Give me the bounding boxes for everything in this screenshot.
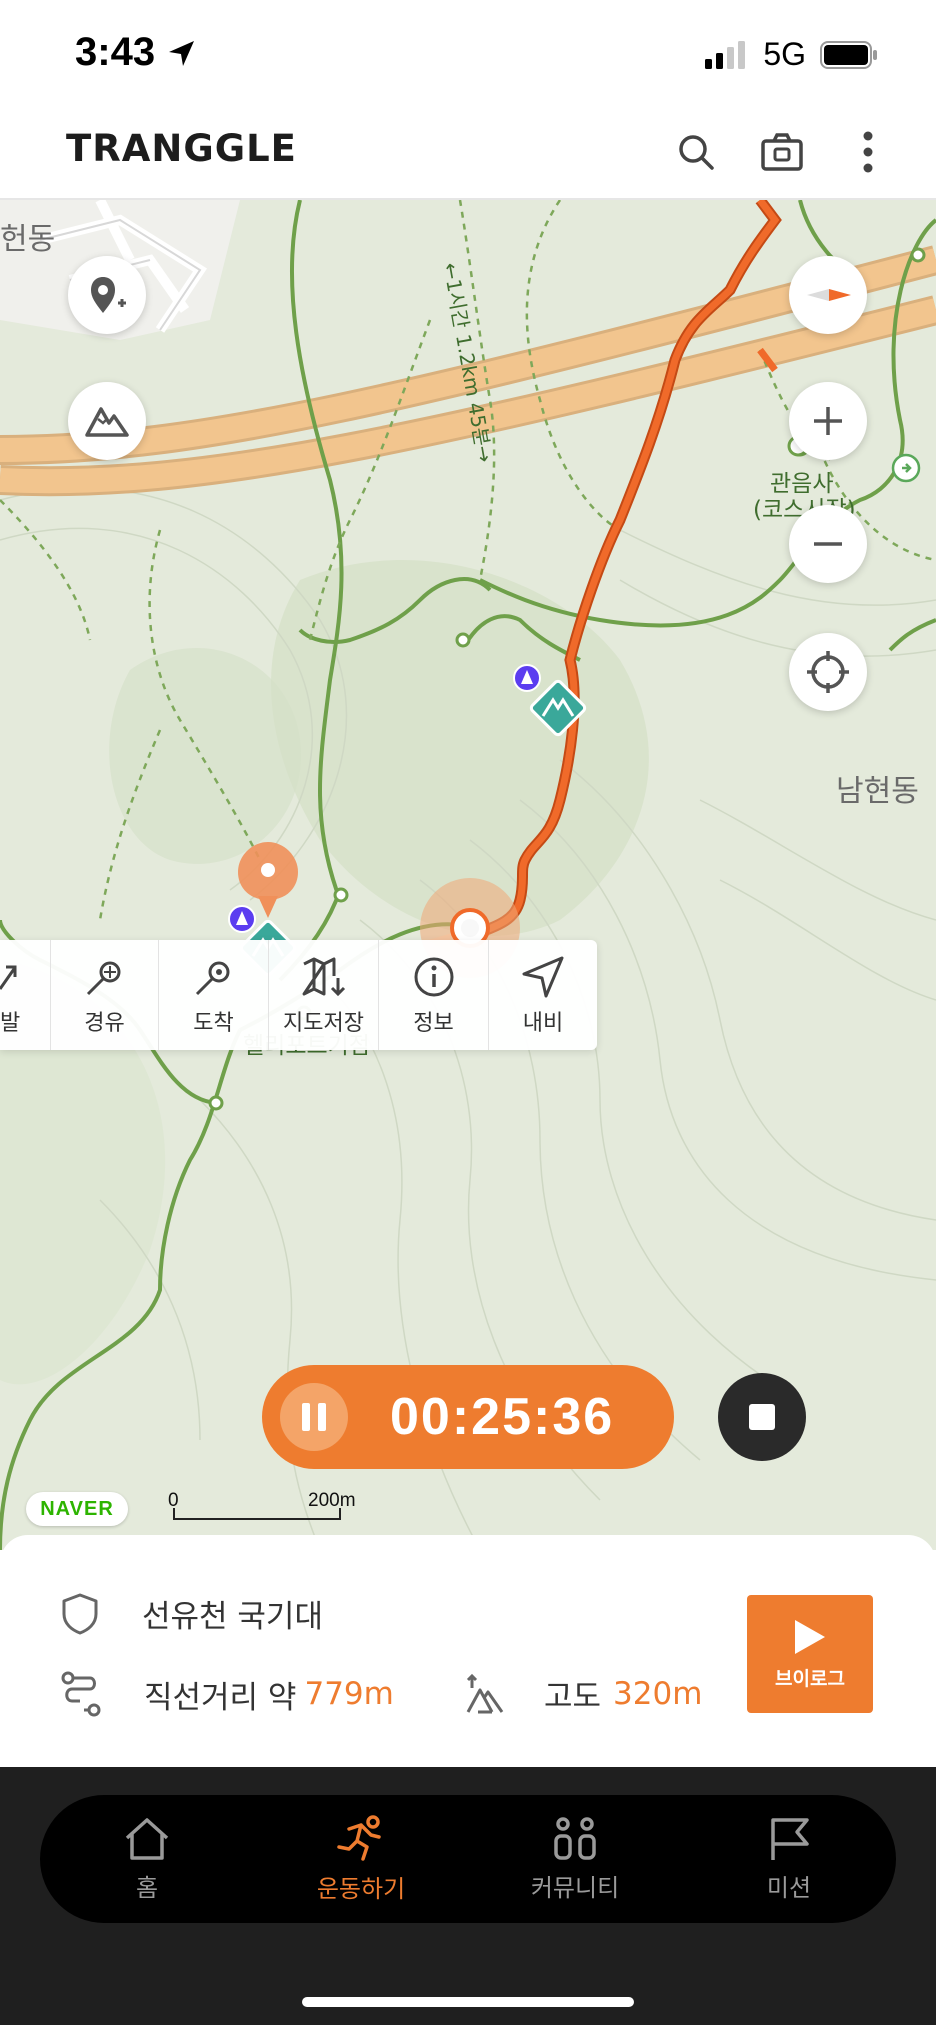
naver-logo: NAVER [26,1492,128,1526]
vlog-button[interactable]: 브이로그 [747,1595,873,1713]
route-menu-start[interactable]: 발 [0,940,51,1050]
stop-button[interactable] [718,1373,806,1461]
running-icon [337,1814,381,1861]
status-indicators: 5G [705,36,878,73]
flag-icon [771,1817,809,1860]
altitude-value: 320m [613,1675,703,1712]
status-time: 3:43 [75,30,156,74]
course-info-panel: 선유천 국기대 직선거리 약 779m 고도 320m 브이로그 [0,1535,936,1767]
zoom-out-button[interactable] [789,505,867,583]
route-menu-arrival[interactable]: 도착 [159,940,269,1050]
route-menu-save-map[interactable]: 지도저장 [269,940,379,1050]
camera-button[interactable] [758,125,806,179]
home-indicator[interactable] [302,1997,634,2007]
nav-community-label: 커뮤니티 [530,1873,620,1902]
more-menu-button[interactable] [844,125,892,179]
mountain-icon [85,407,129,437]
map-label-namhyeon: 남현동 [836,774,919,809]
route-menu-navigation-label: 내비 [522,1011,564,1036]
nav-workout[interactable]: 운동하기 [254,1795,468,1923]
map-label-district-north: 헌동 [0,222,56,257]
bottom-nav: 홈 운동하기 커뮤니티 미션 [40,1795,896,1923]
workout-timer[interactable]: 00:25:36 [262,1365,674,1469]
route-distance-icon [61,1671,101,1717]
start-arrow-icon [0,965,17,990]
route-menu-info-label: 정보 [413,1011,454,1036]
play-icon [795,1619,825,1654]
altitude-row: 고도 320m [462,1671,702,1716]
search-icon [679,135,714,170]
plus-icon [814,407,842,435]
bottom-navigation-area: 홈 운동하기 커뮤니티 미션 [0,1767,936,2025]
community-icon [554,1816,596,1860]
pause-icon [302,1403,310,1431]
nav-workout-label: 운동하기 [316,1874,406,1903]
more-vertical-icon [863,131,873,173]
distance-value: 779m [304,1676,394,1712]
route-menu-info[interactable]: 정보 [379,940,489,1050]
battery-icon [820,40,877,69]
route-menu-navigation[interactable]: 내비 [489,940,597,1050]
info-icon [414,957,453,997]
scale-bar [173,1508,341,1520]
app-header: TRANGGLE [0,105,936,200]
search-button[interactable] [672,125,720,179]
zoom-in-button[interactable] [789,382,867,460]
nav-home-label: 홈 [135,1873,159,1902]
course-name-row: 선유천 국기대 [60,1591,323,1636]
nav-mission-label: 미션 [766,1873,812,1902]
signal-icon [705,40,746,69]
map-download-icon [302,957,345,997]
home-icon [125,1817,169,1860]
navigation-icon [522,956,564,998]
compass-icon [807,289,851,301]
altitude-icon [466,1673,504,1713]
nav-mission[interactable]: 미션 [682,1795,896,1923]
waypoint-icon [86,961,120,996]
distance-label: 직선거리 약 [144,1679,297,1716]
route-menu-waypoint-label: 경유 [84,1011,125,1036]
vlog-label: 브이로그 [775,1667,845,1690]
network-type: 5G [763,36,806,72]
add-location-icon [91,277,126,313]
mountain-search-button[interactable] [68,382,146,460]
course-name: 선유천 국기대 [142,1599,323,1635]
route-menu-waypoint[interactable]: 경유 [51,940,159,1050]
pause-button[interactable] [280,1383,348,1451]
app-logo: TRANGGLE [66,127,297,170]
arrival-icon [195,961,229,996]
add-place-button[interactable] [68,256,146,334]
shield-icon [62,1593,98,1634]
route-menu-save-map-label: 지도저장 [283,1011,364,1036]
location-arrow-icon [169,41,194,66]
compass-button[interactable] [789,256,867,334]
crosshair-icon [807,651,849,693]
camera-icon [761,133,803,171]
my-location-button[interactable] [789,633,867,711]
route-menu-start-label: 발 [0,1011,21,1036]
elapsed-time: 00:25:36 [390,1388,615,1446]
status-bar: 3:43 5G [0,0,936,105]
stop-icon [749,1404,775,1430]
altitude-label: 고도 [544,1679,602,1715]
nav-community[interactable]: 커뮤니티 [468,1795,682,1923]
route-menu-arrival-label: 도착 [193,1011,234,1036]
route-menu: 발 경유 도착 지도저장 정보 내비 [0,940,597,1050]
pause-icon-bar [318,1403,326,1431]
minus-icon [814,542,842,546]
map-view[interactable]: 헌동 ←1시간 1.2km 45분→ 관음사 (코스시작) 남현동 헬리포트기점 [0,200,936,1550]
nav-home[interactable]: 홈 [40,1795,254,1923]
distance-row: 직선거리 약 779m [60,1671,394,1717]
